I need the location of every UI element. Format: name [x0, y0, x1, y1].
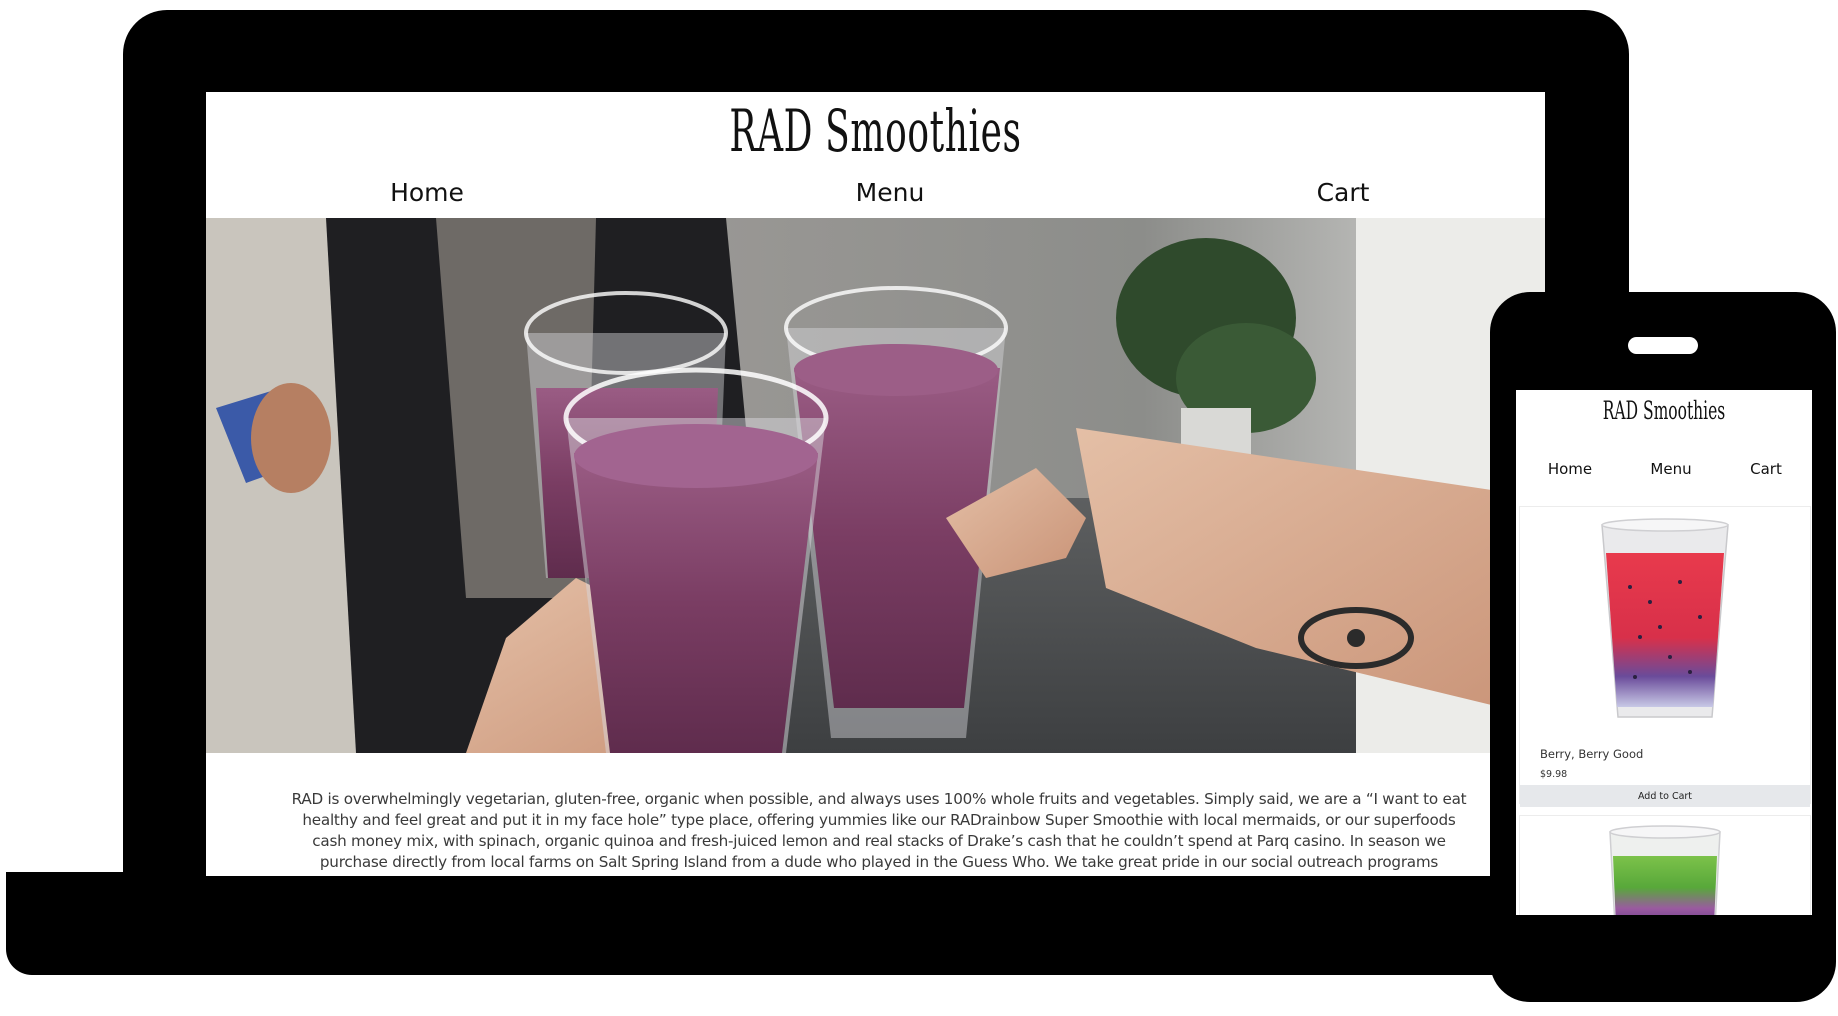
hero-image [206, 218, 1545, 753]
about-text: RAD is overwhelmingly vegetarian, gluten… [266, 789, 1492, 873]
mobile-nav-cart[interactable]: Cart [1750, 460, 1782, 478]
nav-menu[interactable]: Menu [856, 178, 925, 207]
product-card[interactable]: Berry, Berry Good $9.98 Add to Cart [1519, 506, 1811, 807]
about-line: cash money mix, with spinach, organic qu… [312, 832, 1446, 850]
mobile-nav-home[interactable]: Home [1548, 460, 1592, 478]
about-line: healthy and feel great and put it in my … [302, 811, 1456, 829]
product-card[interactable] [1519, 815, 1811, 915]
add-to-cart-button[interactable]: Add to Cart [1520, 785, 1810, 807]
mobile-website: RAD Smoothies Home Menu Cart Berry, Berr… [1516, 390, 1812, 915]
about-line: RAD is overwhelmingly vegetarian, gluten… [291, 790, 1467, 808]
site-title: RAD Smoothies [729, 97, 1022, 165]
nav-cart[interactable]: Cart [1317, 178, 1370, 207]
phone-speaker [1628, 337, 1698, 354]
mobile-site-title: RAD Smoothies [1602, 396, 1726, 425]
product-image [1601, 518, 1729, 718]
product-price: $9.98 [1540, 769, 1568, 780]
laptop-base [6, 872, 1606, 975]
product-name: Berry, Berry Good [1540, 747, 1644, 761]
about-line: purchase directly from local farms on Sa… [319, 853, 1439, 871]
nav-home[interactable]: Home [390, 178, 464, 207]
product-image [1609, 825, 1721, 915]
desktop-website: RAD Smoothies Home Menu Cart RAD is over… [206, 92, 1545, 876]
mobile-nav-menu[interactable]: Menu [1650, 460, 1691, 478]
